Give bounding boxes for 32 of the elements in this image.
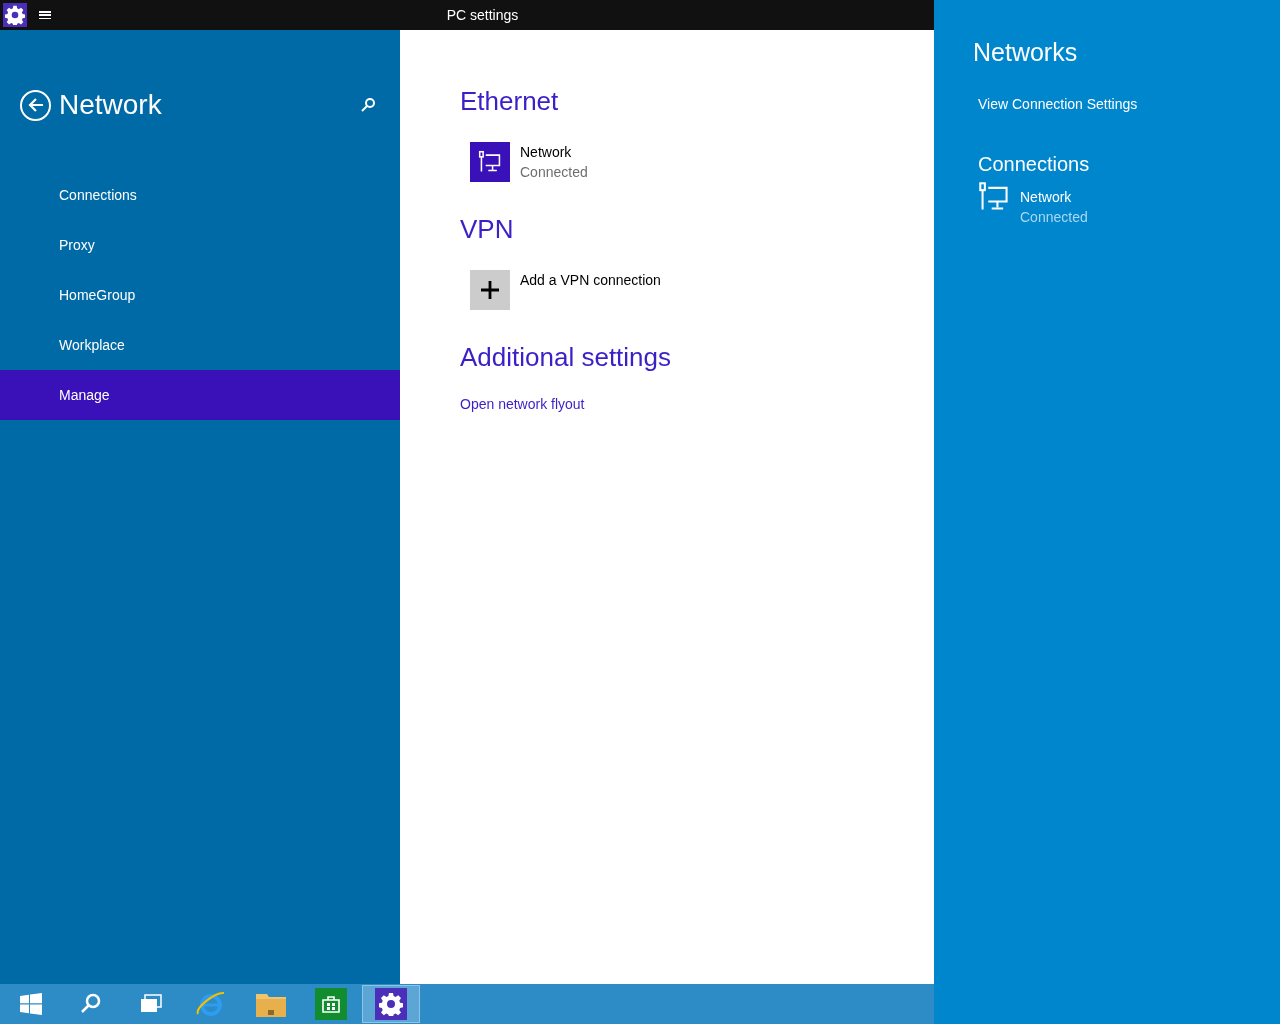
add-vpn-label: Add a VPN connection <box>520 271 661 290</box>
add-vpn-item[interactable]: Add a VPN connection <box>470 270 934 310</box>
connection-name: Network <box>1020 187 1073 207</box>
flyout-title: Networks <box>973 37 1079 68</box>
wired-computer-icon <box>978 180 1010 213</box>
nav-item[interactable]: Manage <box>0 370 400 420</box>
connection-status: Connected <box>1020 207 1088 227</box>
nav-item[interactable]: HomeGroup <box>0 270 400 320</box>
plus-icon <box>480 280 500 300</box>
nav-item[interactable]: Proxy <box>0 220 400 270</box>
view-settings-link[interactable]: View Connection Settings <box>978 93 1138 115</box>
nav-item[interactable]: Connections <box>0 170 400 220</box>
wired-computer-icon <box>478 150 502 174</box>
open-flyout-link[interactable]: Open network flyout <box>460 394 585 415</box>
windows-logo-icon <box>19 992 43 1016</box>
section-heading: Ethernet <box>460 88 560 114</box>
section-heading: VPN <box>460 216 515 242</box>
nav-item[interactable]: Workplace <box>0 320 400 370</box>
connections-heading: Connections <box>978 151 1091 177</box>
section-heading: Additional settings <box>460 344 673 370</box>
back-button[interactable] <box>20 89 51 121</box>
window-title: PC settings <box>446 5 519 25</box>
back-arrow-icon <box>27 97 44 113</box>
taskbar-button[interactable] <box>362 985 420 1023</box>
connection-name: Network <box>520 143 573 162</box>
network-connection-item[interactable]: Network Connected <box>470 142 934 182</box>
flyout-connection-item[interactable]: Network Connected <box>978 186 1280 227</box>
search-icon[interactable] <box>360 97 376 113</box>
connection-status: Connected <box>520 163 588 182</box>
store-icon <box>315 988 347 1020</box>
sidebar-title: Network <box>59 88 162 122</box>
menu-icon[interactable] <box>39 9 51 21</box>
